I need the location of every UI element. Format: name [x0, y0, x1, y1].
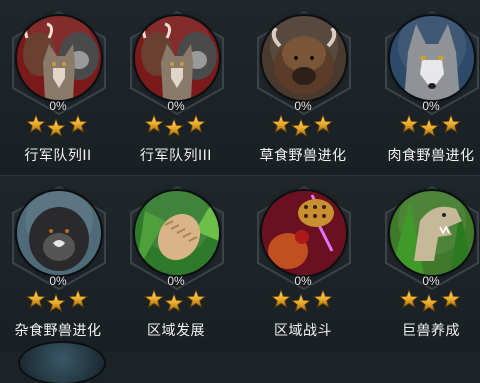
research-card[interactable]: 0% 草食野兽进化 — [243, 0, 363, 175]
star-rating — [116, 112, 236, 138]
wolf-bull-gorilla-icon — [135, 16, 219, 100]
star-icon — [26, 114, 46, 134]
research-card[interactable]: 0% 杂食野兽进化 — [0, 175, 118, 350]
star-icon — [313, 114, 333, 134]
star-icon — [46, 118, 66, 138]
research-label: 草食野兽进化 — [259, 148, 347, 164]
star-icon — [164, 118, 184, 138]
star-icon — [164, 293, 184, 313]
star-icon — [441, 114, 461, 134]
research-label: 区域发展 — [147, 323, 205, 339]
progress-text: 0% — [167, 99, 185, 113]
star-icon — [26, 289, 46, 309]
star-icon — [68, 289, 88, 309]
gorilla-icon — [17, 191, 101, 275]
star-icon — [399, 289, 419, 309]
progress-text: 0% — [49, 99, 67, 113]
star-icon — [291, 118, 311, 138]
progress-text: 0% — [422, 274, 440, 288]
research-card[interactable]: 0% 巨兽养成 — [371, 175, 480, 350]
wolf-bull-gorilla-icon — [17, 16, 101, 100]
research-card[interactable]: 0% 行军队列II — [0, 0, 118, 175]
next-row-portrait[interactable] — [20, 343, 104, 383]
research-label: 行军队列II — [24, 148, 92, 164]
research-label: 肉食野兽进化 — [387, 148, 475, 164]
pinecone-icon — [135, 191, 219, 275]
star-icon — [46, 293, 66, 313]
star-icon — [271, 289, 291, 309]
research-card[interactable]: 0% 区域战斗 — [243, 175, 363, 350]
research-label: 杂食野兽进化 — [14, 323, 102, 339]
star-icon — [419, 118, 439, 138]
star-icon — [399, 114, 419, 134]
research-card[interactable]: 0% 肉食野兽进化 — [371, 0, 480, 175]
star-icon — [144, 289, 164, 309]
star-icon — [186, 114, 206, 134]
star-icon — [186, 289, 206, 309]
star-icon — [144, 114, 164, 134]
trex-icon — [390, 191, 474, 275]
star-icon — [419, 293, 439, 313]
star-rating — [0, 112, 118, 138]
star-rating — [243, 287, 363, 313]
research-label: 行军队列III — [140, 148, 212, 164]
progress-text: 0% — [294, 274, 312, 288]
star-icon — [313, 289, 333, 309]
star-icon — [441, 289, 461, 309]
star-rating — [371, 112, 480, 138]
star-icon — [291, 293, 311, 313]
leopard-fight-icon — [262, 191, 346, 275]
star-rating — [116, 287, 236, 313]
bison-icon — [262, 16, 346, 100]
star-rating — [371, 287, 480, 313]
star-rating — [0, 287, 118, 313]
star-icon — [271, 114, 291, 134]
progress-text: 0% — [422, 99, 440, 113]
research-label: 巨兽养成 — [402, 323, 460, 339]
star-rating — [243, 112, 363, 138]
research-label: 区域战斗 — [274, 323, 332, 339]
progress-text: 0% — [294, 99, 312, 113]
research-card[interactable]: 0% 行军队列III — [116, 0, 236, 175]
star-icon — [68, 114, 88, 134]
progress-text: 0% — [49, 274, 67, 288]
progress-text: 0% — [167, 274, 185, 288]
research-card[interactable]: 0% 区域发展 — [116, 175, 236, 350]
wolf-icon — [390, 16, 474, 100]
